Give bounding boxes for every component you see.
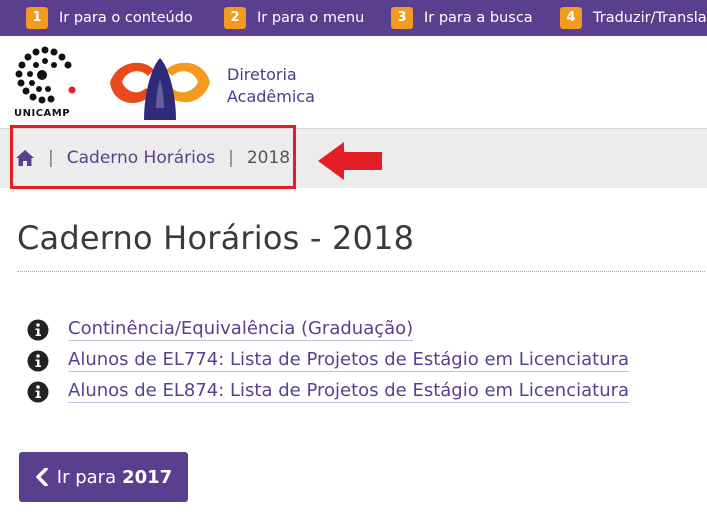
document-link[interactable]: Alunos de EL874: Lista de Projetos de Es…: [68, 380, 630, 403]
site-header: UNICAMP Diretoria Acadêmica: [0, 36, 707, 128]
annotation-highlight-box: [10, 125, 296, 189]
info-icon: [27, 350, 49, 371]
chevron-left-icon: [36, 468, 48, 486]
shortcut-number: 2: [224, 7, 246, 29]
list-item: Continência/Equivalência (Graduação): [27, 314, 629, 345]
skip-to-content-link[interactable]: 1 Ir para o conteúdo: [26, 6, 193, 30]
shortcut-label: Ir para a busca: [424, 10, 533, 26]
translate-link[interactable]: 4 Traduzir/Translate: [560, 6, 707, 30]
info-icon: [27, 319, 49, 340]
dac-title-line2: Acadêmica: [227, 87, 315, 106]
unicamp-wordmark: UNICAMP: [14, 108, 71, 119]
skip-to-search-link[interactable]: 3 Ir para a busca: [391, 6, 533, 30]
shortcut-number: 1: [26, 7, 48, 29]
annotation-arrow-icon: [318, 142, 382, 180]
page-title: Caderno Horários - 2018: [17, 219, 415, 257]
title-divider: [17, 271, 705, 272]
dac-logo[interactable]: [108, 52, 212, 122]
previous-year-label: Ir para: [56, 466, 117, 488]
skip-to-menu-link[interactable]: 2 Ir para o menu: [224, 6, 364, 30]
info-icon: [27, 381, 49, 402]
shortcut-number: 4: [560, 7, 582, 29]
shortcut-label: Traduzir/Translate: [593, 10, 707, 26]
accessibility-bar: 1 Ir para o conteúdo 2 Ir para o menu 3 …: [0, 0, 707, 36]
shortcut-label: Ir para o menu: [257, 10, 365, 26]
shortcut-label: Ir para o conteúdo: [59, 10, 193, 26]
previous-year-value: 2017: [122, 466, 173, 488]
dac-title-line1: Diretoria: [227, 65, 297, 84]
document-link[interactable]: Alunos de EL774: Lista de Projetos de Es…: [68, 349, 630, 372]
previous-year-button[interactable]: Ir para 2017: [19, 452, 188, 502]
dac-title[interactable]: Diretoria Acadêmica: [227, 64, 315, 108]
document-list: Continência/Equivalência (Graduação) Alu…: [27, 314, 630, 407]
shortcut-number: 3: [391, 7, 413, 29]
list-item: Alunos de EL774: Lista de Projetos de Es…: [27, 345, 630, 376]
document-link[interactable]: Continência/Equivalência (Graduação): [68, 318, 414, 341]
list-item: Alunos de EL874: Lista de Projetos de Es…: [27, 376, 630, 407]
